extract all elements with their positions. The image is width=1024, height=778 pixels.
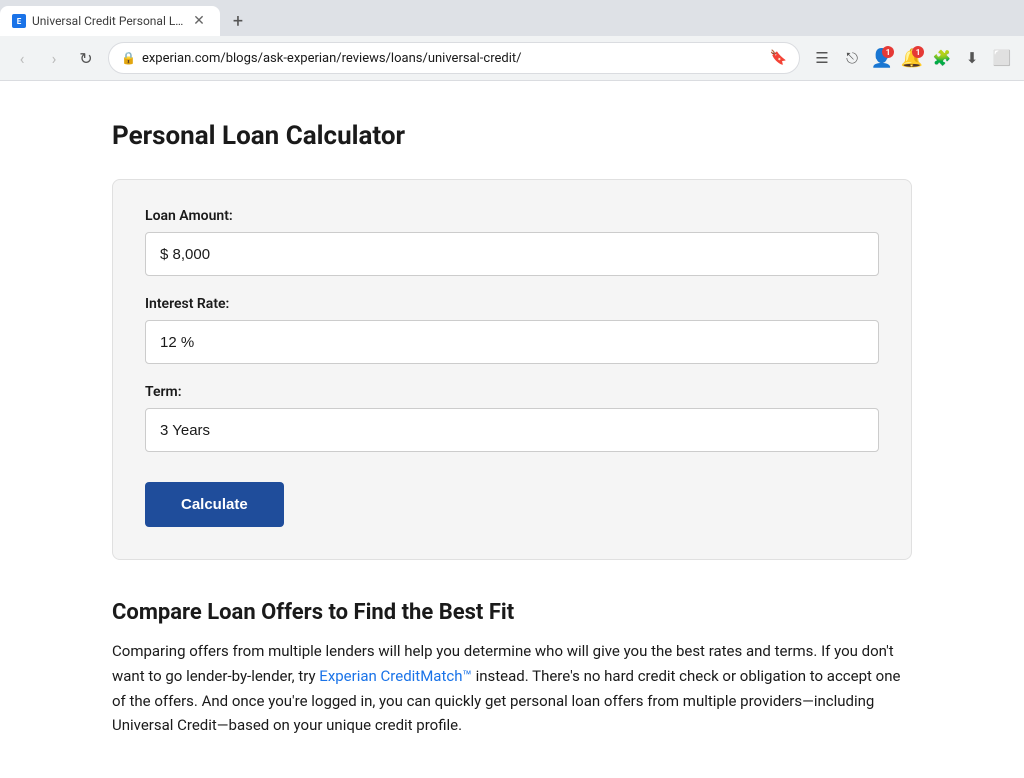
tab-title: Universal Credit Personal Loan Re	[32, 14, 184, 28]
page-content: Personal Loan Calculator Loan Amount: In…	[52, 81, 972, 778]
page-title: Personal Loan Calculator	[112, 121, 912, 151]
interest-rate-group: Interest Rate:	[145, 296, 879, 364]
loan-amount-input[interactable]	[145, 232, 879, 276]
active-tab[interactable]: E Universal Credit Personal Loan Re ✕	[0, 6, 220, 36]
address-bar[interactable]: 🔒 experian.com/blogs/ask-experian/review…	[108, 42, 800, 74]
loan-amount-group: Loan Amount:	[145, 208, 879, 276]
calculator-card: Loan Amount: Interest Rate: Term: Calcul…	[112, 179, 912, 560]
forward-button[interactable]: ›	[40, 44, 68, 72]
term-label: Term:	[145, 384, 879, 400]
interest-rate-label: Interest Rate:	[145, 296, 879, 312]
tab-close-button[interactable]: ✕	[190, 12, 208, 30]
toolbar-icons: ☰ ⎋ 👤 1 🔔 1 🧩 ⬇ ⬜	[808, 44, 1016, 72]
toolbar: ‹ › ↻ 🔒 experian.com/blogs/ask-experian/…	[0, 36, 1024, 80]
bookmark-icon[interactable]: 🔖	[770, 50, 787, 66]
profile-badge: 1	[882, 46, 894, 58]
extensions-button[interactable]: 🧩	[928, 44, 956, 72]
calculate-button[interactable]: Calculate	[145, 482, 284, 527]
notifications-badge: 1	[912, 46, 924, 58]
term-group: Term:	[145, 384, 879, 452]
term-input[interactable]	[145, 408, 879, 452]
reload-button[interactable]: ↻	[72, 44, 100, 72]
interest-rate-input[interactable]	[145, 320, 879, 364]
menu-button[interactable]: ☰	[808, 44, 836, 72]
download-button[interactable]: ⬇	[958, 44, 986, 72]
new-tab-button[interactable]: +	[224, 7, 252, 35]
address-text: experian.com/blogs/ask-experian/reviews/…	[142, 51, 764, 66]
loan-amount-label: Loan Amount:	[145, 208, 879, 224]
lock-icon: 🔒	[121, 51, 136, 65]
compare-section-title: Compare Loan Offers to Find the Best Fit	[112, 600, 912, 625]
compare-section: Compare Loan Offers to Find the Best Fit…	[112, 600, 912, 738]
experian-creditmatch-link[interactable]: Experian CreditMatch™	[319, 667, 472, 685]
window-button[interactable]: ⬜	[988, 44, 1016, 72]
tab-favicon: E	[12, 14, 26, 28]
tab-bar: E Universal Credit Personal Loan Re ✕ +	[0, 0, 1024, 36]
back-button[interactable]: ‹	[8, 44, 36, 72]
share-button[interactable]: ⎋	[838, 44, 866, 72]
browser-chrome: E Universal Credit Personal Loan Re ✕ + …	[0, 0, 1024, 81]
notifications-button[interactable]: 🔔 1	[898, 44, 926, 72]
profile-button[interactable]: 👤 1	[868, 44, 896, 72]
compare-section-text: Comparing offers from multiple lenders w…	[112, 639, 912, 738]
